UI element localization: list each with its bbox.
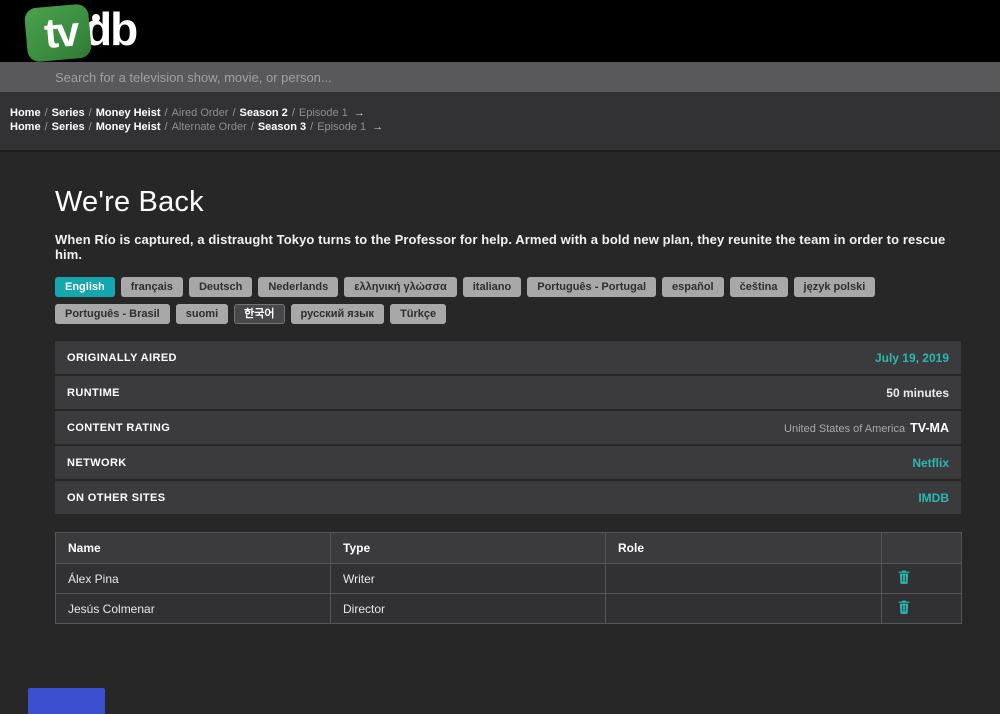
person-name-link[interactable]: Jesús Colmenar (56, 594, 331, 624)
breadcrumb-line: Home / Series / Money Heist / Alternate Order /… (10, 120, 1000, 134)
breadcrumb-separator: / (165, 121, 168, 133)
person-role-cell (606, 564, 882, 594)
info-row-label: CONTENT RATING (67, 422, 170, 434)
rating-value: TV-MA (910, 421, 949, 435)
breadcrumb-item[interactable]: Series (52, 107, 85, 119)
top-header-bar: tv db (0, 0, 1000, 62)
info-value-link[interactable]: Netflix (912, 456, 949, 470)
person-type-cell: Director (331, 594, 606, 624)
table-row: Álex PinaWriter (56, 564, 962, 594)
info-row: CONTENT RATING United States of America TV… (55, 411, 961, 444)
info-row: NETWORK Netflix (55, 446, 961, 479)
breadcrumb-item[interactable]: Money Heist (96, 121, 161, 133)
breadcrumb: Home/Series/Money Heist/Aired Order/Seas… (0, 92, 1000, 152)
people-column-header: Name (56, 533, 331, 564)
breadcrumb-item[interactable]: Season 2 (240, 107, 288, 119)
language-tabs: English français Deutsch Nederlands ελληνική… (55, 277, 961, 324)
language-tab-default[interactable]: język polski (794, 277, 876, 297)
language-tab-default[interactable]: Português - Portugal (527, 277, 656, 297)
trash-icon[interactable] (894, 568, 914, 589)
people-table: NameTypeRole Álex PinaWriterJesús Colmen… (55, 532, 962, 624)
language-tab-default[interactable]: Deutsch (189, 277, 252, 297)
breadcrumb-separator: / (232, 107, 235, 119)
info-value-link[interactable]: July 19, 2019 (875, 351, 949, 365)
info-row-label: ORIGINALLY AIRED (67, 352, 177, 364)
info-row-value: 50 minutes (886, 386, 949, 400)
people-column-header (882, 533, 962, 564)
language-tab-default[interactable]: italiano (463, 277, 522, 297)
info-value-link[interactable]: IMDB (918, 491, 949, 505)
bottom-left-action-button[interactable] (28, 688, 105, 714)
rating-country-label: United States of America (784, 423, 905, 435)
info-row-value: July 19, 2019 (875, 351, 949, 365)
language-tab-default[interactable]: русский язык (291, 304, 385, 324)
info-row-value: Netflix (912, 456, 949, 470)
info-row-label: NETWORK (67, 457, 127, 469)
info-row: RUNTIME 50 minutes (55, 376, 961, 409)
info-value-text: 50 minutes (886, 386, 949, 400)
language-tab-active[interactable]: English (55, 277, 115, 297)
person-actions-cell (882, 564, 962, 594)
breadcrumb-separator: / (165, 107, 168, 119)
trash-icon[interactable] (894, 598, 914, 619)
breadcrumb-separator: / (292, 107, 295, 119)
breadcrumb-separator: / (89, 107, 92, 119)
breadcrumb-line: Home/Series/Money Heist/Aired Order/Seas… (10, 106, 1000, 120)
people-table-header-row: NameTypeRole (56, 533, 962, 564)
tvdb-logo-db-text: db (84, 2, 136, 56)
tvdb-logo-green-tile: tv (24, 3, 92, 62)
search-bar (0, 62, 1000, 92)
table-row: Jesús ColmenarDirector (56, 594, 962, 624)
breadcrumb-arrow-icon[interactable]: → (372, 121, 383, 133)
people-column-header: Role (606, 533, 882, 564)
tvdb-logo-tv-text: tv (42, 7, 79, 58)
info-row-label: RUNTIME (67, 387, 120, 399)
breadcrumb-separator: / (45, 107, 48, 119)
episode-overview: When Río is captured, a distraught Tokyo… (55, 232, 961, 262)
language-tab-default[interactable]: ελληνική γλώσσα (344, 277, 456, 297)
language-tab-dark[interactable]: 한국어 (234, 304, 284, 324)
info-row-value: IMDB (918, 491, 949, 505)
language-tab-default[interactable]: Nederlands (258, 277, 338, 297)
breadcrumb-item[interactable]: Episode 1 (299, 107, 348, 119)
info-row-label: ON OTHER SITES (67, 492, 166, 504)
breadcrumb-item[interactable]: Episode 1 (317, 121, 366, 133)
tvdb-logo-dot-icon (92, 14, 100, 22)
breadcrumb-separator: / (251, 121, 254, 133)
info-row-value: United States of America TV-MA (784, 421, 949, 435)
search-input[interactable] (0, 62, 1000, 92)
language-tab-default[interactable]: Português - Brasil (55, 304, 170, 324)
people-column-header: Type (331, 533, 606, 564)
person-actions-cell (882, 594, 962, 624)
breadcrumb-item[interactable]: Alternate Order (172, 121, 247, 133)
breadcrumb-item[interactable]: Home (10, 107, 41, 119)
tvdb-logo[interactable]: tv db (26, 4, 136, 60)
language-tab-default[interactable]: čeština (730, 277, 788, 297)
breadcrumb-separator: / (45, 121, 48, 133)
breadcrumb-separator: / (310, 121, 313, 133)
language-tab-default[interactable]: français (121, 277, 183, 297)
breadcrumb-item[interactable]: Money Heist (96, 107, 161, 119)
info-row: ORIGINALLY AIRED July 19, 2019 (55, 341, 961, 374)
person-role-cell (606, 594, 882, 624)
page-title: We're Back (55, 186, 961, 219)
breadcrumb-item[interactable]: Home (10, 121, 41, 133)
main-content: We're Back When Río is captured, a distr… (0, 186, 1000, 624)
language-tab-default[interactable]: español (662, 277, 724, 297)
language-tab-default[interactable]: suomi (176, 304, 228, 324)
info-row: ON OTHER SITES IMDB (55, 481, 961, 514)
breadcrumb-item[interactable]: Season 3 (258, 121, 306, 133)
breadcrumb-item[interactable]: Aired Order (172, 107, 229, 119)
breadcrumb-item[interactable]: Series (52, 121, 85, 133)
episode-info-list: ORIGINALLY AIRED July 19, 2019 RUNTIME 50 m… (55, 341, 961, 514)
breadcrumb-separator: / (89, 121, 92, 133)
breadcrumb-arrow-icon[interactable]: → (354, 107, 365, 119)
person-name-link[interactable]: Álex Pina (56, 564, 331, 594)
language-tab-default[interactable]: Türkçe (390, 304, 446, 324)
person-type-cell: Writer (331, 564, 606, 594)
